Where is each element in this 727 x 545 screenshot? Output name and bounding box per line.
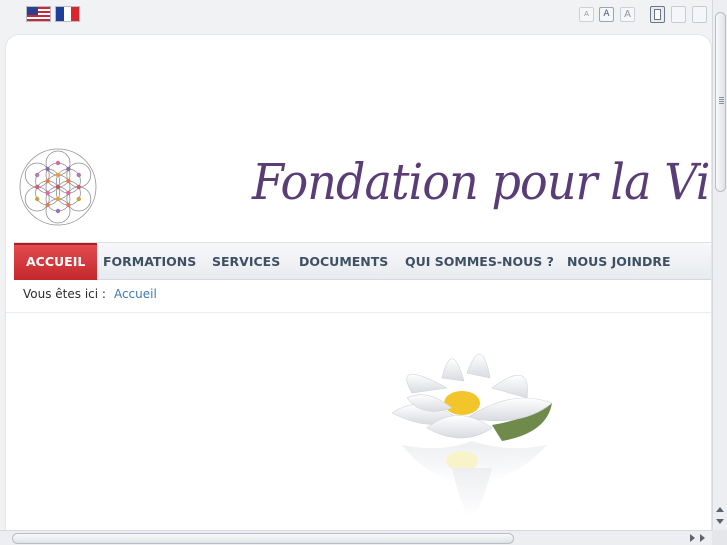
lotus-flower-image xyxy=(391,353,553,518)
france-flag-icon[interactable] xyxy=(55,6,80,22)
divider xyxy=(6,312,711,313)
top-toolbar: A A A xyxy=(0,0,712,30)
wide-width-button[interactable] xyxy=(692,6,707,23)
nav-item-accueil[interactable]: ACCUEIL xyxy=(14,243,98,280)
nav-item-services[interactable]: SERVICES xyxy=(212,243,280,280)
browser-viewport: A A A Fondation pour la Vie ACCUEIL FORM… xyxy=(0,0,727,545)
page-container: Fondation pour la Vie ACCUEIL FORMATIONS… xyxy=(5,34,712,534)
scroll-left-arrow-icon[interactable] xyxy=(690,534,695,542)
flower-of-life-logo[interactable] xyxy=(18,143,98,231)
font-larger-button[interactable]: A xyxy=(620,7,635,22)
horizontal-scroll-thumb[interactable] xyxy=(12,533,514,544)
us-flag-icon[interactable] xyxy=(26,6,51,22)
medium-width-button[interactable] xyxy=(671,6,686,23)
horizontal-scrollbar[interactable] xyxy=(0,530,712,545)
font-default-button[interactable]: A xyxy=(599,7,614,22)
breadcrumb: Vous êtes ici : Accueil xyxy=(23,287,157,301)
scroll-right-arrow-icon[interactable] xyxy=(700,534,705,542)
scrollbar-corner xyxy=(712,530,727,545)
nav-item-formations[interactable]: FORMATIONS xyxy=(103,243,196,280)
nav-item-nous-joindre[interactable]: NOUS JOINDRE xyxy=(567,243,671,280)
scroll-down-arrow-icon[interactable] xyxy=(716,519,724,524)
breadcrumb-prefix: Vous êtes ici : xyxy=(23,287,106,301)
nav-item-documents[interactable]: DOCUMENTS xyxy=(299,243,388,280)
narrow-width-button[interactable] xyxy=(650,6,665,23)
vertical-scroll-thumb[interactable] xyxy=(715,12,726,192)
vertical-scrollbar[interactable] xyxy=(712,0,727,530)
site-title[interactable]: Fondation pour la Vie xyxy=(252,153,711,211)
main-navigation: ACCUEIL FORMATIONS SERVICES DOCUMENTS QU… xyxy=(14,242,711,280)
scroll-up-arrow-icon[interactable] xyxy=(716,507,724,512)
nav-item-qui-sommes-nous[interactable]: QUI SOMMES-NOUS ? xyxy=(405,243,554,280)
breadcrumb-link-accueil[interactable]: Accueil xyxy=(114,287,157,301)
font-smaller-button[interactable]: A xyxy=(579,7,594,22)
